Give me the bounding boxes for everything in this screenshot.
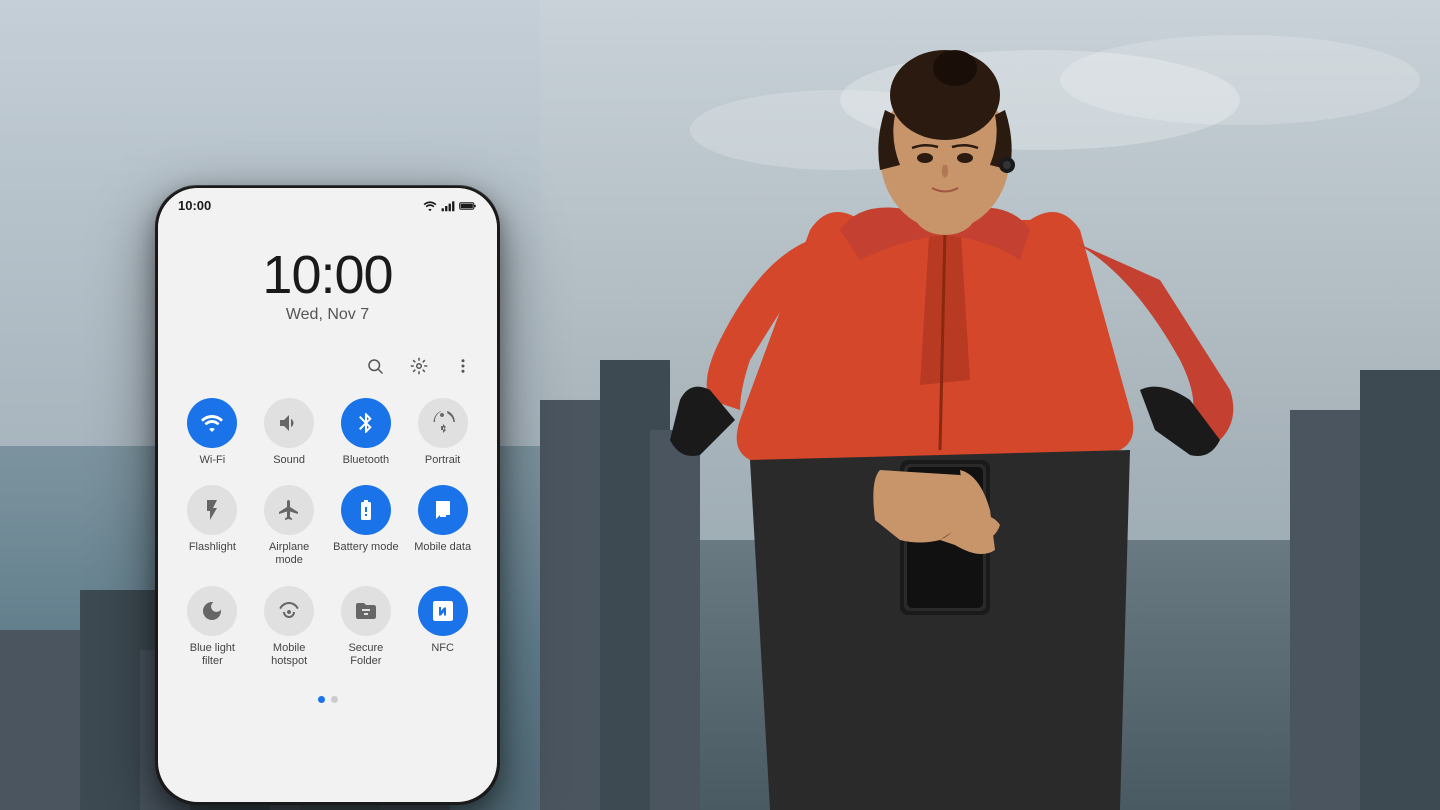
qs-row-2: Flashlight Airplane mode (174, 485, 481, 567)
qs-row-1: Wi-Fi Sound (174, 398, 481, 467)
qs-item-secure-folder: Secure Folder (332, 586, 400, 668)
nfc-label: NFC (431, 642, 454, 655)
phone-frame: 10:00 (155, 185, 500, 805)
clock-area: 10:00 Wed, Nov 7 (158, 218, 497, 344)
qs-item-nfc: NFC (409, 586, 477, 668)
clock-date: Wed, Nov 7 (158, 306, 497, 324)
airplane-toggle[interactable] (264, 485, 314, 535)
nfc-toggle[interactable] (418, 586, 468, 636)
qs-item-mobile-data: Mobile data (409, 485, 477, 567)
battery-status-icon (459, 200, 477, 212)
phone-device: 10:00 (155, 185, 500, 805)
secure-folder-label: Secure Folder (332, 642, 400, 668)
wifi-label: Wi-Fi (200, 454, 226, 467)
airplane-label: Airplane mode (255, 541, 323, 567)
hotspot-label: Mobile hotspot (255, 642, 323, 668)
page-dot-1[interactable] (318, 696, 325, 703)
hotspot-toggle[interactable] (264, 586, 314, 636)
pagination-dots (158, 686, 497, 719)
status-time: 10:00 (178, 198, 211, 213)
portrait-label: Portrait (425, 454, 460, 467)
qs-item-blue-light: Blue light filter (178, 586, 246, 668)
flashlight-label: Flashlight (189, 541, 236, 554)
battery-mode-toggle[interactable] (341, 485, 391, 535)
qs-item-bluetooth: Bluetooth (332, 398, 400, 467)
qs-row-3: Blue light filter Mobile hotspot (174, 586, 481, 668)
wifi-status-icon (423, 200, 437, 212)
sound-label: Sound (273, 454, 305, 467)
qs-item-wifi: Wi-Fi (178, 398, 246, 467)
qs-item-sound: Sound (255, 398, 323, 467)
search-button[interactable] (361, 352, 389, 380)
bluetooth-toggle[interactable] (341, 398, 391, 448)
flashlight-toggle[interactable] (187, 485, 237, 535)
portrait-toggle[interactable] (418, 398, 468, 448)
signal-status-icon (441, 200, 455, 212)
page-dot-2[interactable] (331, 696, 338, 703)
qs-item-airplane: Airplane mode (255, 485, 323, 567)
battery-mode-label: Battery mode (333, 541, 398, 554)
qs-item-flashlight: Flashlight (178, 485, 246, 567)
quick-settings-grid: Wi-Fi Sound (158, 388, 497, 668)
mobile-data-toggle[interactable] (418, 485, 468, 535)
mobile-data-label: Mobile data (414, 541, 471, 554)
bluetooth-label: Bluetooth (343, 454, 389, 467)
qs-item-portrait: Portrait (409, 398, 477, 467)
qs-item-battery-mode: Battery mode (332, 485, 400, 567)
more-button[interactable] (449, 352, 477, 380)
secure-folder-toggle[interactable] (341, 586, 391, 636)
qs-item-hotspot: Mobile hotspot (255, 586, 323, 668)
quick-settings-toolbar (158, 344, 497, 388)
blue-light-toggle[interactable] (187, 586, 237, 636)
phone-screen: 10:00 (158, 188, 497, 802)
status-icons (423, 200, 477, 212)
wifi-toggle[interactable] (187, 398, 237, 448)
person-figure (540, 0, 1440, 810)
sound-toggle[interactable] (264, 398, 314, 448)
clock-time: 10:00 (158, 248, 497, 302)
blue-light-label: Blue light filter (178, 642, 246, 668)
person-background (540, 0, 1440, 810)
settings-button[interactable] (405, 352, 433, 380)
status-bar: 10:00 (158, 188, 497, 218)
